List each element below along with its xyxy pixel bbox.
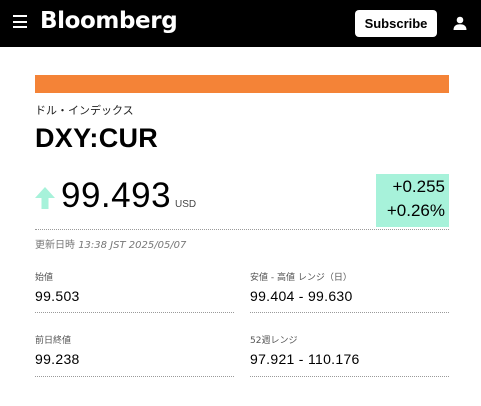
open-value: 99.503 (35, 288, 80, 304)
week52-range-value: 97.921 - 110.176 (250, 351, 360, 367)
user-account-icon[interactable] (452, 15, 468, 31)
week52-range-label: 52週レンジ (250, 336, 298, 346)
prev-close-label: 前日終値 (35, 336, 72, 346)
change-percent: +0.26% (386, 201, 445, 220)
divider (250, 312, 449, 313)
price-change-box: +0.255 +0.26% (376, 174, 449, 227)
accent-bar (35, 75, 449, 93)
bloomberg-logo[interactable]: Bloomberg (40, 8, 178, 34)
day-range-value: 99.404 - 99.630 (250, 288, 353, 304)
divider (35, 229, 449, 230)
day-range-label: 安値 - 高値 レンジ（日） (250, 273, 352, 283)
ticker-symbol: DXY:CUR (35, 123, 159, 153)
change-absolute: +0.255 (392, 177, 445, 196)
updated-timestamp: 更新日時 13:38 JST 2025/05/07 (35, 236, 186, 251)
security-name: ドル・インデックス (35, 104, 134, 117)
arrow-up-icon (35, 187, 55, 209)
prev-close-value: 99.238 (35, 351, 80, 367)
hamburger-menu-icon[interactable] (13, 15, 27, 28)
divider (35, 376, 234, 377)
updated-label: 更新日時 (35, 240, 75, 251)
subscribe-button[interactable]: Subscribe (355, 10, 437, 37)
open-label: 始値 (35, 273, 54, 283)
currency-label: USD (175, 199, 197, 210)
divider (250, 376, 449, 377)
updated-time: 13:38 JST 2025/05/07 (78, 240, 187, 251)
last-price: 99.493 (61, 176, 172, 215)
top-navigation-bar: Bloomberg Subscribe (0, 0, 481, 47)
divider (35, 312, 234, 313)
